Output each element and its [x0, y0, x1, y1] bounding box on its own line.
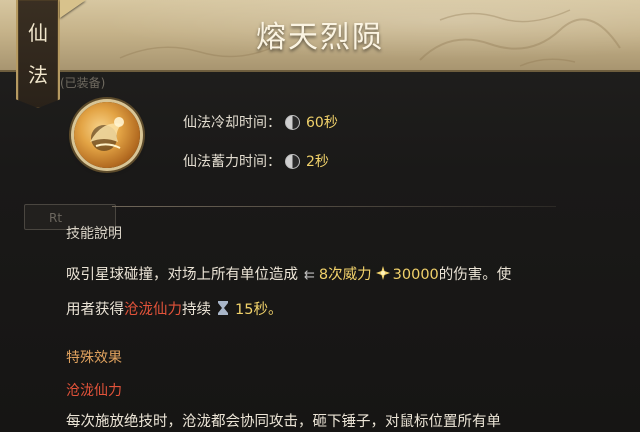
- skill-description: 吸引星球碰撞，对场上所有单位造成 ⇇ 8次威力 30000的伤害。使 用者获得沧泷仙力…: [66, 258, 618, 327]
- desc-text: 用者获得: [66, 302, 124, 318]
- clock-icon: [285, 153, 300, 169]
- divider: [112, 206, 556, 207]
- tab-label-char-1: 仙: [28, 21, 48, 45]
- desc-text: 吸引星球碰撞，对场上所有单位造成: [66, 267, 298, 283]
- description-line-1: 吸引星球碰撞，对场上所有单位造成 ⇇ 8次威力 30000的伤害。使: [66, 258, 618, 293]
- skill-tooltip-panel: 熔天烈陨 仙 法 (已装备) 仙法冷却时间： 60秒 仙法蓄力时间： 2秒 Rt…: [0, 0, 640, 432]
- description-heading: 技能說明: [66, 226, 122, 242]
- corner-pointer-icon: [60, 0, 86, 18]
- tab-immortal-arts[interactable]: 仙 法: [16, 0, 60, 108]
- stat-charge: 仙法蓄力时间： 2秒: [183, 151, 329, 171]
- description-line-2: 用者获得沧泷仙力持续 15秒。: [66, 293, 618, 327]
- desc-text: 持续: [182, 302, 211, 318]
- arrow-icon: ⇇: [304, 268, 315, 283]
- hourglass-icon: [218, 301, 228, 315]
- buff-name: 沧泷仙力: [124, 302, 182, 318]
- effect-description: 每次施放绝技时，沧泷都会协同攻击，砸下锤子，对鼠标位置所有单: [66, 414, 501, 430]
- desc-text: 的伤害。使: [438, 267, 512, 283]
- tab-label-char-2: 法: [28, 63, 48, 87]
- header-band: 熔天烈陨: [0, 0, 640, 72]
- charge-value: 2秒: [306, 154, 329, 170]
- stat-cooldown: 仙法冷却时间： 60秒: [183, 112, 338, 132]
- hit-count: 8次威力: [318, 267, 372, 283]
- skill-title: 熔天烈陨: [256, 20, 384, 55]
- buff-duration: 15秒。: [235, 302, 283, 318]
- effect-name: 沧泷仙力: [66, 383, 122, 399]
- cooldown-value: 60秒: [306, 115, 338, 131]
- cooldown-label: 仙法冷却时间：: [183, 115, 281, 131]
- charge-label: 仙法蓄力时间：: [183, 154, 281, 170]
- clock-icon: [285, 114, 300, 130]
- power-value: 30000: [392, 267, 439, 283]
- special-effect-heading: 特殊效果: [66, 350, 122, 366]
- skill-icon: [74, 102, 140, 168]
- burst-icon: [375, 266, 390, 280]
- faint-status-tag: (已装备): [60, 76, 106, 90]
